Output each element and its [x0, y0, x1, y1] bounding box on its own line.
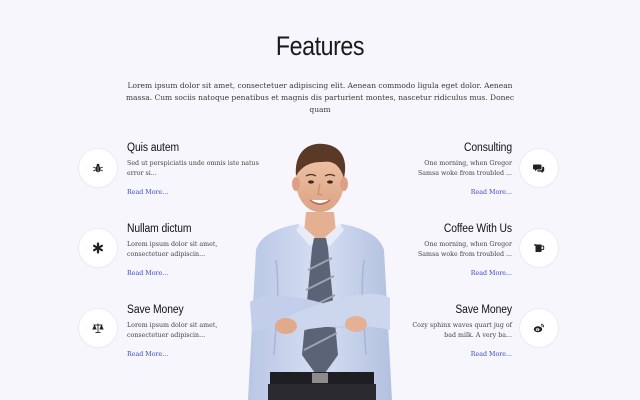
feature-title: Consulting: [463, 142, 512, 154]
businessman-photo: [248, 143, 392, 400]
feature-text: Sed ut perspiciatis unde omnis iste natu…: [127, 160, 259, 177]
feature-text: One morning, when Gregor Samsa woke from…: [417, 160, 512, 177]
coffee-cup-icon-circle: [520, 229, 558, 267]
feature-title: Quis autem: [127, 142, 180, 154]
asterisk-icon-circle: [79, 229, 117, 267]
feature-text: Cozy sphinx waves quart jug of bad milk.…: [412, 322, 512, 339]
features-section: Features Lorem ipsum dolor sit amet, con…: [0, 0, 640, 400]
feature-text: Lorem ipsum dolor sit amet, consectetuer…: [127, 322, 218, 339]
bug-icon-circle: [79, 149, 117, 187]
feature-title: Save Money: [127, 304, 184, 316]
bug-icon: [93, 163, 103, 173]
feature-text: Lorem ipsum dolor sit amet, consectetuer…: [127, 241, 218, 258]
comments-icon: [533, 164, 545, 174]
weibo-icon: [533, 323, 545, 333]
section-title: Features: [275, 31, 365, 61]
asterisk-icon: [92, 242, 103, 254]
balance-scale-icon: [92, 323, 104, 333]
weibo-icon-circle: [520, 309, 558, 347]
section-intro: Lorem ipsum dolor sit amet, consectetuer…: [125, 81, 515, 114]
comments-icon-circle: [520, 149, 558, 187]
coffee-cup-icon: [534, 244, 545, 252]
feature-text: One morning, when Gregor Samsa woke from…: [417, 241, 512, 258]
feature-title: Coffee With Us: [443, 223, 512, 235]
feature-title: Nullam dictum: [127, 223, 192, 235]
feature-title: Save Money: [455, 304, 512, 316]
balance-scale-icon-circle: [79, 309, 117, 347]
